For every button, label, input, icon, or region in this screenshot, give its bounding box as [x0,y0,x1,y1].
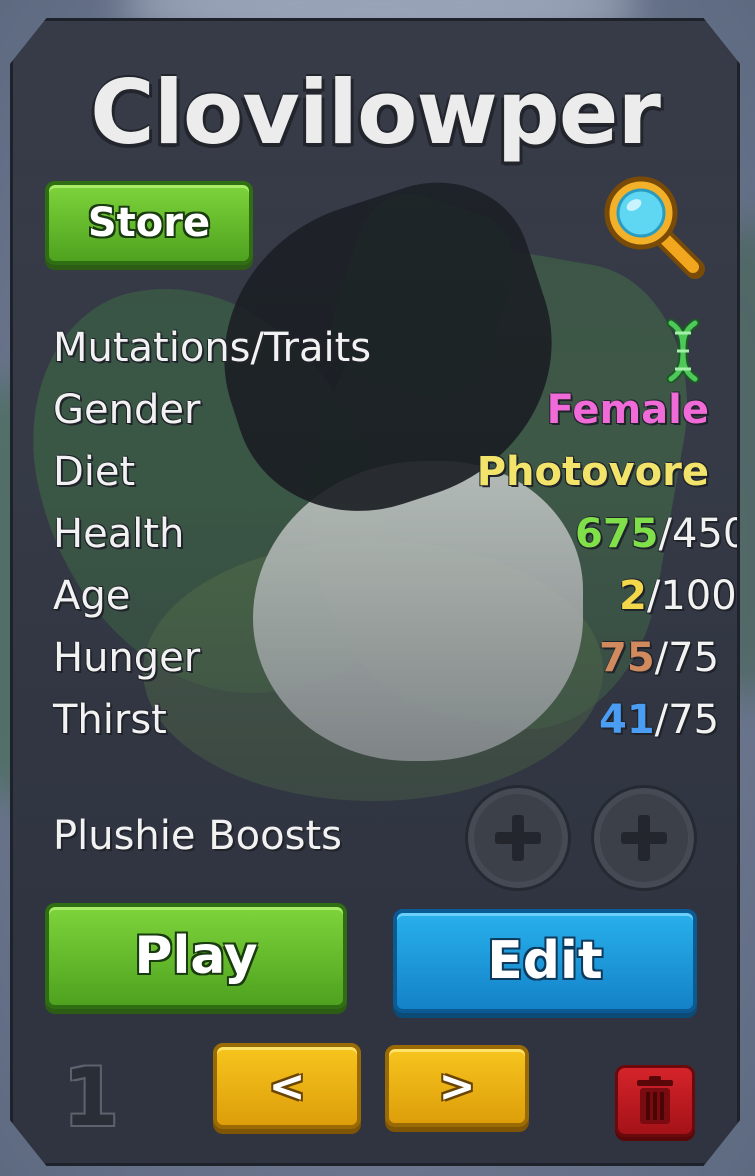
hunger-value: 75/75 [599,635,719,681]
diet-value: Photovore [476,449,709,495]
edit-button[interactable]: Edit [393,909,697,1013]
stat-row-health: Health 675/4500 [53,507,737,569]
age-label: Age [53,573,131,619]
health-max: /4500 [658,511,738,557]
hunger-max: /75 [654,635,720,681]
health-label: Health [53,511,185,557]
thirst-value: 41/75 [599,697,719,743]
trash-icon [637,1076,673,1124]
plus-icon [621,815,667,861]
gender-value: Female [546,387,709,433]
stat-row-gender: Gender Female [53,383,717,445]
store-button[interactable]: Store [45,181,253,265]
creature-card: Clovilowper Store Mutations/Traits Gende… [10,18,740,1166]
stat-row-hunger: Hunger 75/75 [53,631,719,693]
magnifying-glass-icon[interactable] [599,171,709,281]
health-value: 675/4500 [575,511,738,557]
delete-button[interactable] [615,1065,695,1137]
plushie-boosts-label: Plushie Boosts [53,813,342,859]
thirst-label: Thirst [53,697,167,743]
gender-label: Gender [53,387,201,433]
age-max: /100 [646,573,737,619]
diet-label: Diet [53,449,136,495]
stat-row-mutations: Mutations/Traits [53,321,717,383]
stat-row-age: Age 2/100 [53,569,737,631]
hunger-current: 75 [599,635,655,681]
plus-icon [495,815,541,861]
thirst-current: 41 [599,697,655,743]
dna-icon[interactable] [663,318,703,384]
thirst-max: /75 [654,697,720,743]
stat-row-thirst: Thirst 41/75 [53,693,719,755]
hunger-label: Hunger [53,635,201,681]
stat-row-diet: Diet Photovore [53,445,717,507]
creature-name: Clovilowper [90,61,661,164]
mutations-label: Mutations/Traits [53,325,372,371]
next-button[interactable]: > [385,1045,529,1127]
age-current: 2 [619,573,647,619]
health-current: 675 [575,511,659,557]
age-value: 2/100 [619,573,737,619]
plushie-slot-2-button[interactable] [591,785,697,891]
plushie-slot-1-button[interactable] [465,785,571,891]
play-button[interactable]: Play [45,903,347,1009]
page-number: 1 [63,1051,119,1144]
previous-button[interactable]: < [213,1043,361,1129]
